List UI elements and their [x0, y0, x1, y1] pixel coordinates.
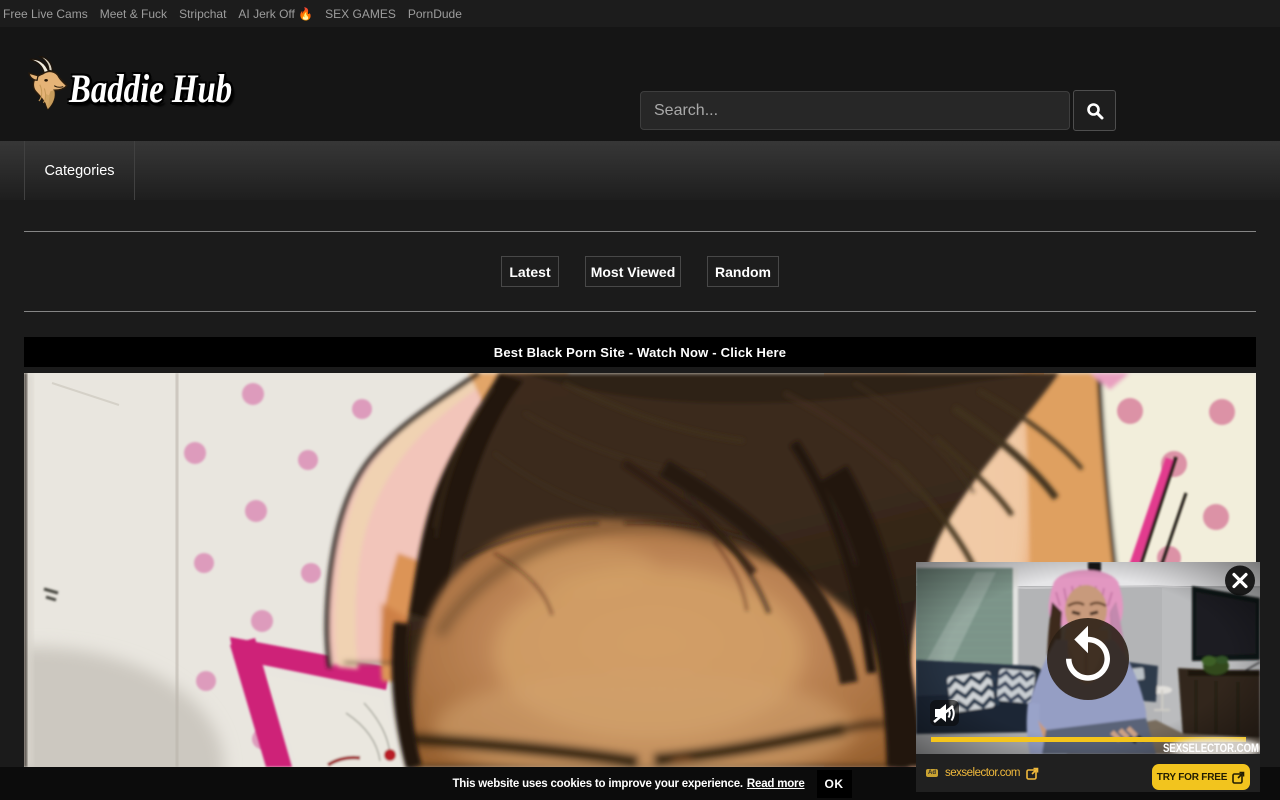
svg-text:SEXSELECTOR.COM: SEXSELECTOR.COM — [1163, 741, 1259, 754]
